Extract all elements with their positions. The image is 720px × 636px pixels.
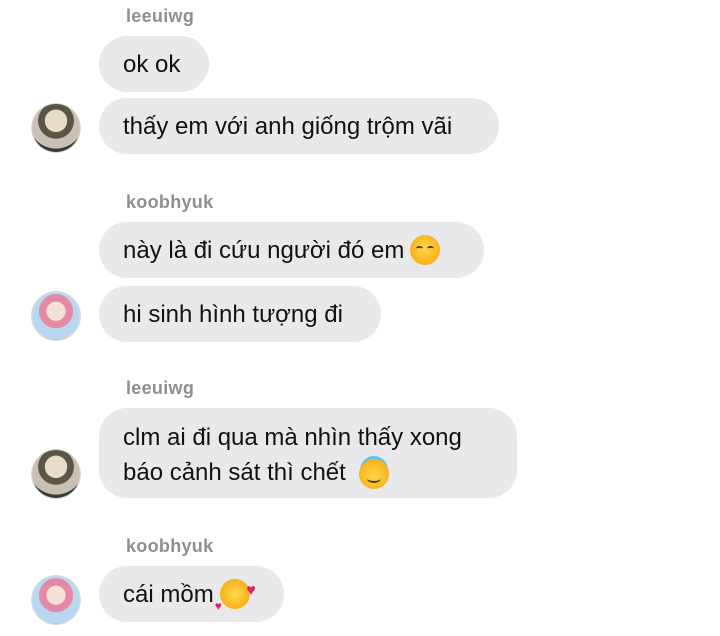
avatar[interactable] <box>32 576 80 624</box>
message-text: thấy em với anh giống trộm vãi <box>123 112 453 140</box>
message-bubble[interactable]: clm ai đi qua mà nhìn thấy xong báo cảnh… <box>99 408 517 498</box>
sender-name: koobhyuk <box>126 192 214 212</box>
sender-name: leeuiwg <box>126 378 195 398</box>
message-text: ok ok <box>123 50 181 78</box>
message-text-line: báo cảnh sát thì chết <box>123 455 493 490</box>
sender-name: leeuiwg <box>126 6 195 26</box>
smiling-face-with-hearts-icon <box>215 573 256 624</box>
message-text: hi sinh hình tượng đi <box>123 300 343 328</box>
avatar[interactable] <box>32 292 80 340</box>
message-bubble[interactable]: hi sinh hình tượng đi <box>99 286 381 342</box>
message-bubble[interactable]: thấy em với anh giống trộm vãi <box>99 98 499 154</box>
message-text: này là đi cứu người đó em <box>123 236 405 264</box>
message-text: cái mồm <box>123 580 214 608</box>
smiling-face-icon <box>410 235 441 265</box>
halo-face-icon <box>358 458 389 489</box>
message-bubble[interactable]: ok ok <box>99 36 209 92</box>
avatar[interactable] <box>32 450 80 498</box>
message-bubble[interactable]: cái mồm <box>99 566 284 624</box>
chat-thread: leeuiwg ok ok thấy em với anh giống trộm… <box>0 0 720 636</box>
sender-name: koobhyuk <box>126 536 214 556</box>
message-text-line: clm ai đi qua mà nhìn thấy xong <box>123 424 462 451</box>
message-bubble[interactable]: này là đi cứu người đó em <box>99 222 484 278</box>
avatar[interactable] <box>32 104 80 152</box>
